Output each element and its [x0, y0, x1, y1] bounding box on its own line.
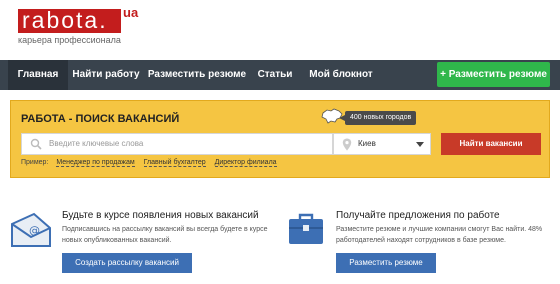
search-title: РАБОТА - ПОИСК ВАКАНСИЙ	[21, 113, 180, 125]
briefcase-icon	[289, 213, 323, 244]
nav-item-home[interactable]: Главная	[8, 60, 68, 90]
city-select[interactable]: Киев	[333, 133, 431, 155]
email-subscription-icon: @	[11, 212, 51, 247]
tagline: карьера профессионала	[18, 35, 121, 45]
logo-suffix: ua	[123, 5, 139, 20]
svg-text:@: @	[29, 224, 40, 237]
main-nav: Главная Найти работу Разместить резюме С…	[0, 60, 560, 90]
search-examples: Пример: Менеджер по продажам Главный бух…	[21, 159, 284, 167]
post-resume-button[interactable]: Разместить резюме	[336, 253, 436, 273]
nav-item-notebook[interactable]: Мой блокнот	[302, 60, 380, 90]
search-icon	[30, 138, 42, 150]
example-link[interactable]: Директор филиала	[214, 159, 277, 167]
location-pin-icon	[342, 138, 352, 151]
nav-item-find-job[interactable]: Найти работу	[70, 60, 142, 90]
create-subscription-button[interactable]: Создать рассылку вакансий	[62, 253, 192, 273]
search-placeholder: Введите ключевые слова	[49, 139, 144, 148]
nav-item-articles[interactable]: Статьи	[252, 60, 298, 90]
example-link[interactable]: Менеджер по продажам	[56, 159, 135, 167]
subscription-title: Будьте в курсе появления новых вакансий	[62, 210, 259, 221]
search-input[interactable]: Введите ключевые слова	[21, 133, 333, 155]
offers-text: Разместите резюме и лучшие компании смог…	[336, 226, 543, 244]
logo-text[interactable]: rabota.	[22, 7, 108, 34]
city-select-value: Киев	[358, 139, 376, 148]
post-resume-cta-button[interactable]: + Разместить резюме	[437, 62, 550, 87]
nav-item-post-resume[interactable]: Разместить резюме	[146, 60, 248, 90]
example-label: Пример:	[21, 159, 49, 166]
subscription-text: Подписавшись на рассылку вакансий вы все…	[62, 226, 268, 244]
new-cities-badge: 400 новых городов	[338, 111, 417, 125]
search-panel: РАБОТА - ПОИСК ВАКАНСИЙ 400 новых городо…	[10, 100, 550, 178]
offers-title: Получайте предложения по работе	[336, 210, 500, 221]
find-vacancies-button[interactable]: Найти вакансии	[441, 133, 541, 155]
example-link[interactable]: Главный бухгалтер	[143, 159, 206, 167]
header: rabota. ua карьера профессионала	[0, 0, 560, 60]
chevron-down-icon	[416, 142, 424, 147]
